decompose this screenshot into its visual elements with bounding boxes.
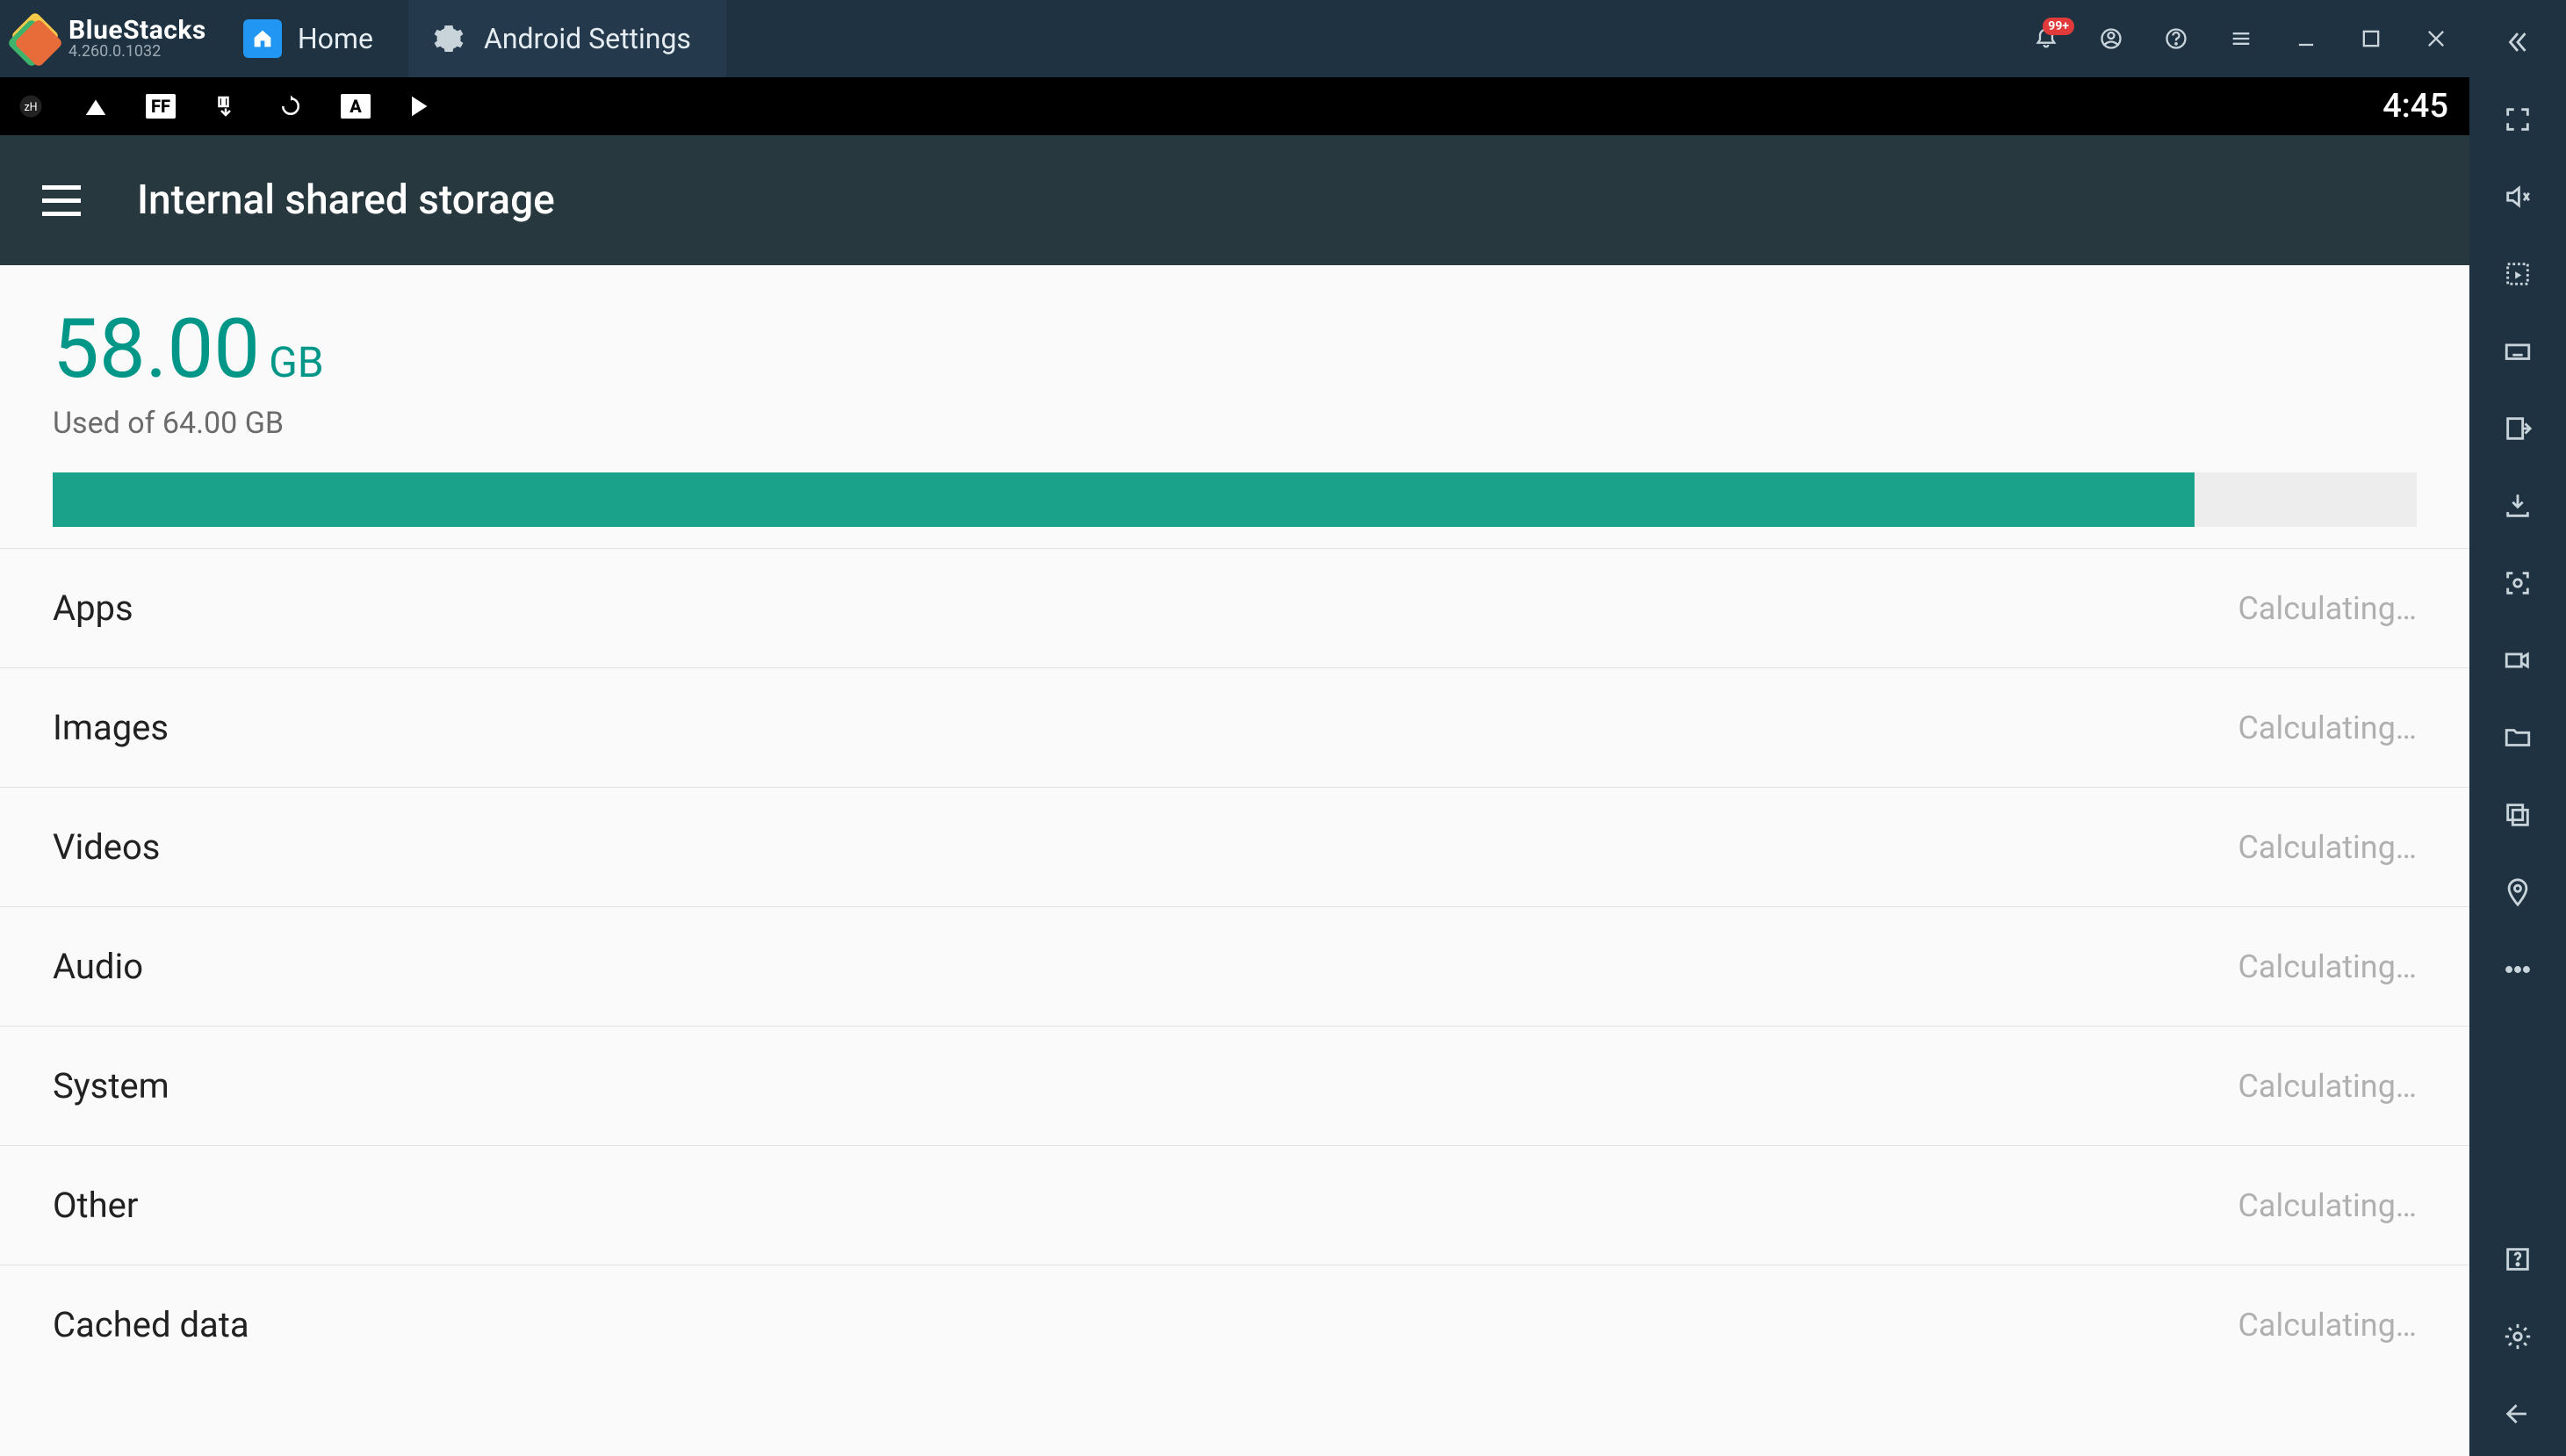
more-button[interactable] bbox=[2500, 952, 2535, 987]
settings-button[interactable] bbox=[2500, 1319, 2535, 1354]
minimize-button[interactable] bbox=[2288, 21, 2324, 56]
category-value: Calculating… bbox=[2238, 829, 2417, 866]
storage-bar-fill bbox=[53, 472, 2195, 527]
fullscreen-button[interactable] bbox=[2500, 102, 2535, 137]
storage-category-row[interactable]: Apps Calculating… bbox=[0, 549, 2469, 667]
maximize-button[interactable] bbox=[2353, 21, 2389, 56]
status-clock: 4:45 bbox=[2382, 87, 2448, 126]
status-icon: A bbox=[341, 94, 371, 119]
back-button[interactable] bbox=[2500, 1396, 2535, 1431]
category-label: System bbox=[53, 1065, 169, 1106]
account-button[interactable] bbox=[2094, 21, 2129, 56]
category-value: Calculating… bbox=[2238, 1307, 2417, 1344]
volume-mute-button[interactable] bbox=[2500, 179, 2535, 214]
collapse-sidebar-button[interactable] bbox=[2500, 25, 2535, 60]
page-title: Internal shared storage bbox=[137, 177, 555, 224]
storage-summary: 58.00 GB Used of 64.00 GB bbox=[0, 265, 2469, 548]
help-side-button[interactable] bbox=[2500, 1242, 2535, 1277]
titlebar: BlueStacks 4.260.0.1032 Home Android Set… bbox=[0, 0, 2469, 77]
storage-category-row[interactable]: Videos Calculating… bbox=[0, 788, 2469, 906]
keymap-button[interactable] bbox=[2500, 256, 2535, 292]
keyboard-button[interactable] bbox=[2500, 334, 2535, 369]
storage-category-row[interactable]: Cached data Calculating… bbox=[0, 1265, 2469, 1384]
status-icon bbox=[81, 91, 111, 121]
category-label: Images bbox=[53, 707, 169, 748]
close-button[interactable] bbox=[2418, 21, 2454, 56]
category-label: Cached data bbox=[53, 1304, 249, 1345]
menu-button[interactable] bbox=[2224, 21, 2259, 56]
content-area: 58.00 GB Used of 64.00 GB Apps Calculatin… bbox=[0, 265, 2469, 1456]
apk-button[interactable] bbox=[2500, 488, 2535, 523]
status-icon: zH bbox=[16, 91, 46, 121]
home-icon bbox=[243, 19, 282, 58]
storage-bar bbox=[53, 472, 2417, 527]
category-label: Other bbox=[53, 1185, 138, 1226]
app-version: 4.260.0.1032 bbox=[68, 44, 206, 61]
location-button[interactable] bbox=[2500, 875, 2535, 910]
svg-text:zH: zH bbox=[24, 101, 37, 114]
side-toolbar bbox=[2469, 0, 2566, 1456]
app-name: BlueStacks bbox=[68, 17, 206, 45]
window-controls: 99+ bbox=[2029, 0, 2469, 77]
appbar: Internal shared storage bbox=[0, 135, 2469, 265]
storage-used: 58.00 GB bbox=[53, 300, 2417, 397]
multi-instance-button[interactable] bbox=[2500, 797, 2535, 833]
bluestacks-logo-icon bbox=[12, 17, 56, 61]
tab-label: Android Settings bbox=[484, 22, 691, 55]
media-folder-button[interactable] bbox=[2500, 720, 2535, 755]
play-store-icon bbox=[406, 91, 436, 121]
category-value: Calculating… bbox=[2238, 948, 2417, 985]
category-value: Calculating… bbox=[2238, 1068, 2417, 1105]
status-icon: FF bbox=[146, 94, 176, 119]
category-label: Videos bbox=[53, 826, 160, 868]
storage-total-line: Used of 64.00 GB bbox=[53, 406, 2417, 441]
app-logo-block: BlueStacks 4.260.0.1032 bbox=[0, 0, 222, 77]
category-label: Audio bbox=[53, 946, 143, 987]
tab-label: Home bbox=[298, 22, 373, 55]
hamburger-menu-button[interactable] bbox=[42, 185, 81, 216]
screenshot-button[interactable] bbox=[2500, 566, 2535, 601]
storage-category-row[interactable]: Other Calculating… bbox=[0, 1146, 2469, 1265]
category-value: Calculating… bbox=[2238, 710, 2417, 746]
tab-android-settings[interactable]: Android Settings bbox=[408, 0, 726, 77]
android-status-bar: zH FF A 4:45 bbox=[0, 77, 2469, 135]
category-value: Calculating… bbox=[2238, 590, 2417, 627]
category-label: Apps bbox=[53, 587, 133, 629]
tab-home[interactable]: Home bbox=[222, 0, 408, 77]
storage-used-value: 58.00 bbox=[53, 300, 260, 397]
gear-icon bbox=[429, 19, 468, 58]
storage-category-row[interactable]: System Calculating… bbox=[0, 1027, 2469, 1145]
status-icon bbox=[276, 91, 306, 121]
notifications-button[interactable]: 99+ bbox=[2029, 21, 2064, 56]
category-value: Calculating… bbox=[2238, 1187, 2417, 1224]
help-button[interactable] bbox=[2159, 21, 2194, 56]
storage-used-unit: GB bbox=[269, 337, 324, 387]
notification-badge: 99+ bbox=[2043, 18, 2074, 35]
storage-category-row[interactable]: Audio Calculating… bbox=[0, 907, 2469, 1026]
status-icon bbox=[211, 91, 241, 121]
storage-category-row[interactable]: Images Calculating… bbox=[0, 668, 2469, 787]
install-apk-button[interactable] bbox=[2500, 411, 2535, 446]
record-button[interactable] bbox=[2500, 643, 2535, 678]
